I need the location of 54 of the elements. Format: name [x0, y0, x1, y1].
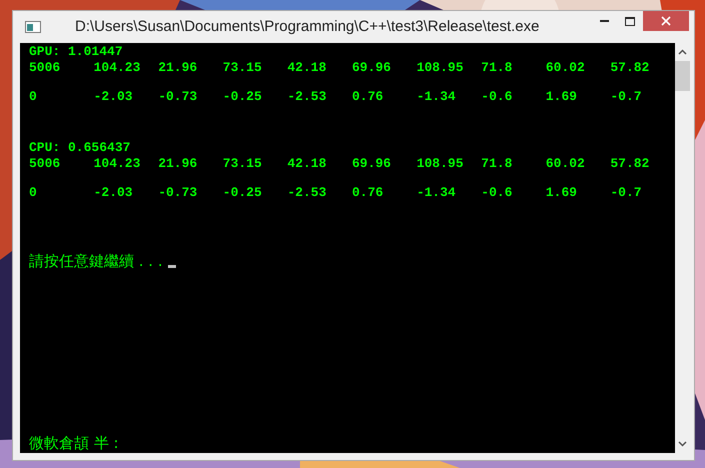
- console-value: 42.18: [287, 156, 326, 172]
- close-button[interactable]: [643, 11, 689, 31]
- console-text: GPU: 1.01447: [29, 44, 123, 60]
- console-value: -0.7: [610, 89, 642, 105]
- console-value: 60.02: [546, 60, 585, 76]
- close-icon: [661, 16, 671, 26]
- console-value: 0: [29, 185, 37, 201]
- console-value: 1.69: [546, 89, 577, 105]
- console-value: -0.25: [222, 185, 262, 201]
- console-value: -0.73: [158, 89, 198, 105]
- console-value: -2.53: [287, 89, 326, 105]
- console-value: -2.03: [94, 185, 133, 201]
- console-value: -0.6: [481, 89, 512, 105]
- console-value: 71.8: [481, 156, 512, 172]
- console-value: -0.73: [158, 185, 198, 201]
- console-value: 0.76: [352, 89, 384, 105]
- console-value: -0.7: [610, 185, 642, 201]
- scroll-down-icon[interactable]: [678, 441, 687, 447]
- console-value: 69.96: [352, 156, 391, 172]
- console-value: -1.34: [416, 185, 456, 201]
- console-text: CPU: 0.656437: [29, 140, 130, 156]
- console-value: 73.15: [222, 60, 262, 76]
- console-value: 21.96: [158, 156, 198, 172]
- console-value: 1.69: [546, 185, 577, 201]
- console-value: 104.23: [94, 60, 140, 76]
- console-value: -1.34: [416, 89, 456, 105]
- console-value: 73.15: [222, 156, 262, 172]
- console-value: 42.18: [287, 60, 326, 76]
- window-title: D:\Users\Susan\Documents\Programming\C++\test3\Release\test.exe: [75, 16, 540, 37]
- console-value: 60.02: [546, 156, 585, 172]
- scroll-up-icon[interactable]: [678, 49, 687, 55]
- console-value: 104.23: [94, 156, 140, 172]
- console-value: 21.96: [158, 60, 198, 76]
- minimize-icon: [600, 20, 608, 22]
- console-value: 57.82: [610, 156, 650, 172]
- console-value: -2.53: [287, 185, 326, 201]
- maximize-icon: [625, 16, 635, 26]
- console-value: 71.8: [481, 60, 512, 76]
- console-value: 5006: [29, 156, 60, 172]
- scrollbar-thumb[interactable]: [674, 61, 690, 91]
- console-value: -0.6: [481, 185, 512, 201]
- console-value: -0.25: [222, 89, 262, 105]
- console-value: -2.03: [94, 89, 133, 105]
- console-value: 69.96: [352, 60, 391, 76]
- console-value: 57.82: [610, 60, 650, 76]
- console-value: 0: [29, 89, 37, 105]
- ime-status: 微軟倉頡 半 :: [29, 433, 119, 453]
- console-app-icon: [25, 21, 41, 33]
- console-value: 5006: [29, 60, 60, 76]
- console-value: 0.76: [352, 185, 384, 201]
- text-cursor: [168, 265, 176, 268]
- console-value: 108.95: [416, 60, 464, 76]
- console-prompt: 請按任意鍵繼續 . . .: [29, 251, 163, 271]
- console-value: 108.95: [416, 156, 464, 172]
